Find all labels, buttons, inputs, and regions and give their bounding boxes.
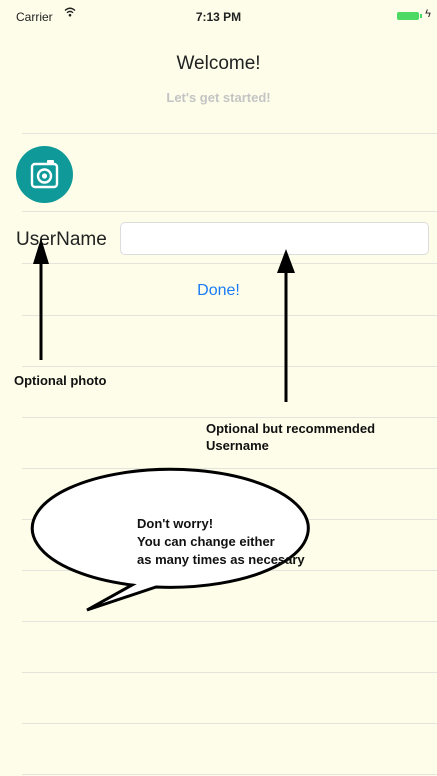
username-label: UserName xyxy=(16,229,107,250)
photo-note: Optional photo xyxy=(14,373,107,388)
row-separator xyxy=(22,570,437,571)
bubble-line2: You can change either xyxy=(137,534,275,549)
bubble-line3: as many times as necesary xyxy=(137,552,305,567)
username-input[interactable] xyxy=(120,222,429,255)
row-separator xyxy=(22,468,437,469)
charging-icon: ϟ xyxy=(425,8,431,20)
row-separator xyxy=(22,315,437,316)
row-separator xyxy=(22,133,437,134)
status-bar: Carrier 7:13 PM ϟ xyxy=(0,0,437,28)
username-arrow xyxy=(277,249,295,402)
camera-icon xyxy=(30,160,59,189)
row-separator xyxy=(22,621,437,622)
row-separator xyxy=(22,723,437,724)
row-separator xyxy=(22,366,437,367)
speech-bubble-text: Don't worry! You can change either as ma… xyxy=(137,515,305,569)
row-separator xyxy=(22,774,437,775)
profile-photo-button[interactable] xyxy=(16,146,73,203)
done-button[interactable]: Done! xyxy=(0,282,437,300)
page-title: Welcome! xyxy=(176,53,261,74)
username-note-line2: Username xyxy=(206,438,269,453)
row-separator xyxy=(22,672,437,673)
row-separator xyxy=(22,417,437,418)
row-separator xyxy=(22,211,437,212)
clock-label: 7:13 PM xyxy=(195,10,242,24)
username-note-line1: Optional but recommended xyxy=(206,421,376,436)
row-separator xyxy=(22,263,437,264)
battery-icon xyxy=(397,12,423,20)
username-note: Optional but recommended Username xyxy=(206,420,375,454)
bubble-line1: Don't worry! xyxy=(137,516,214,531)
page-subtitle: Let's get started! xyxy=(166,90,271,105)
